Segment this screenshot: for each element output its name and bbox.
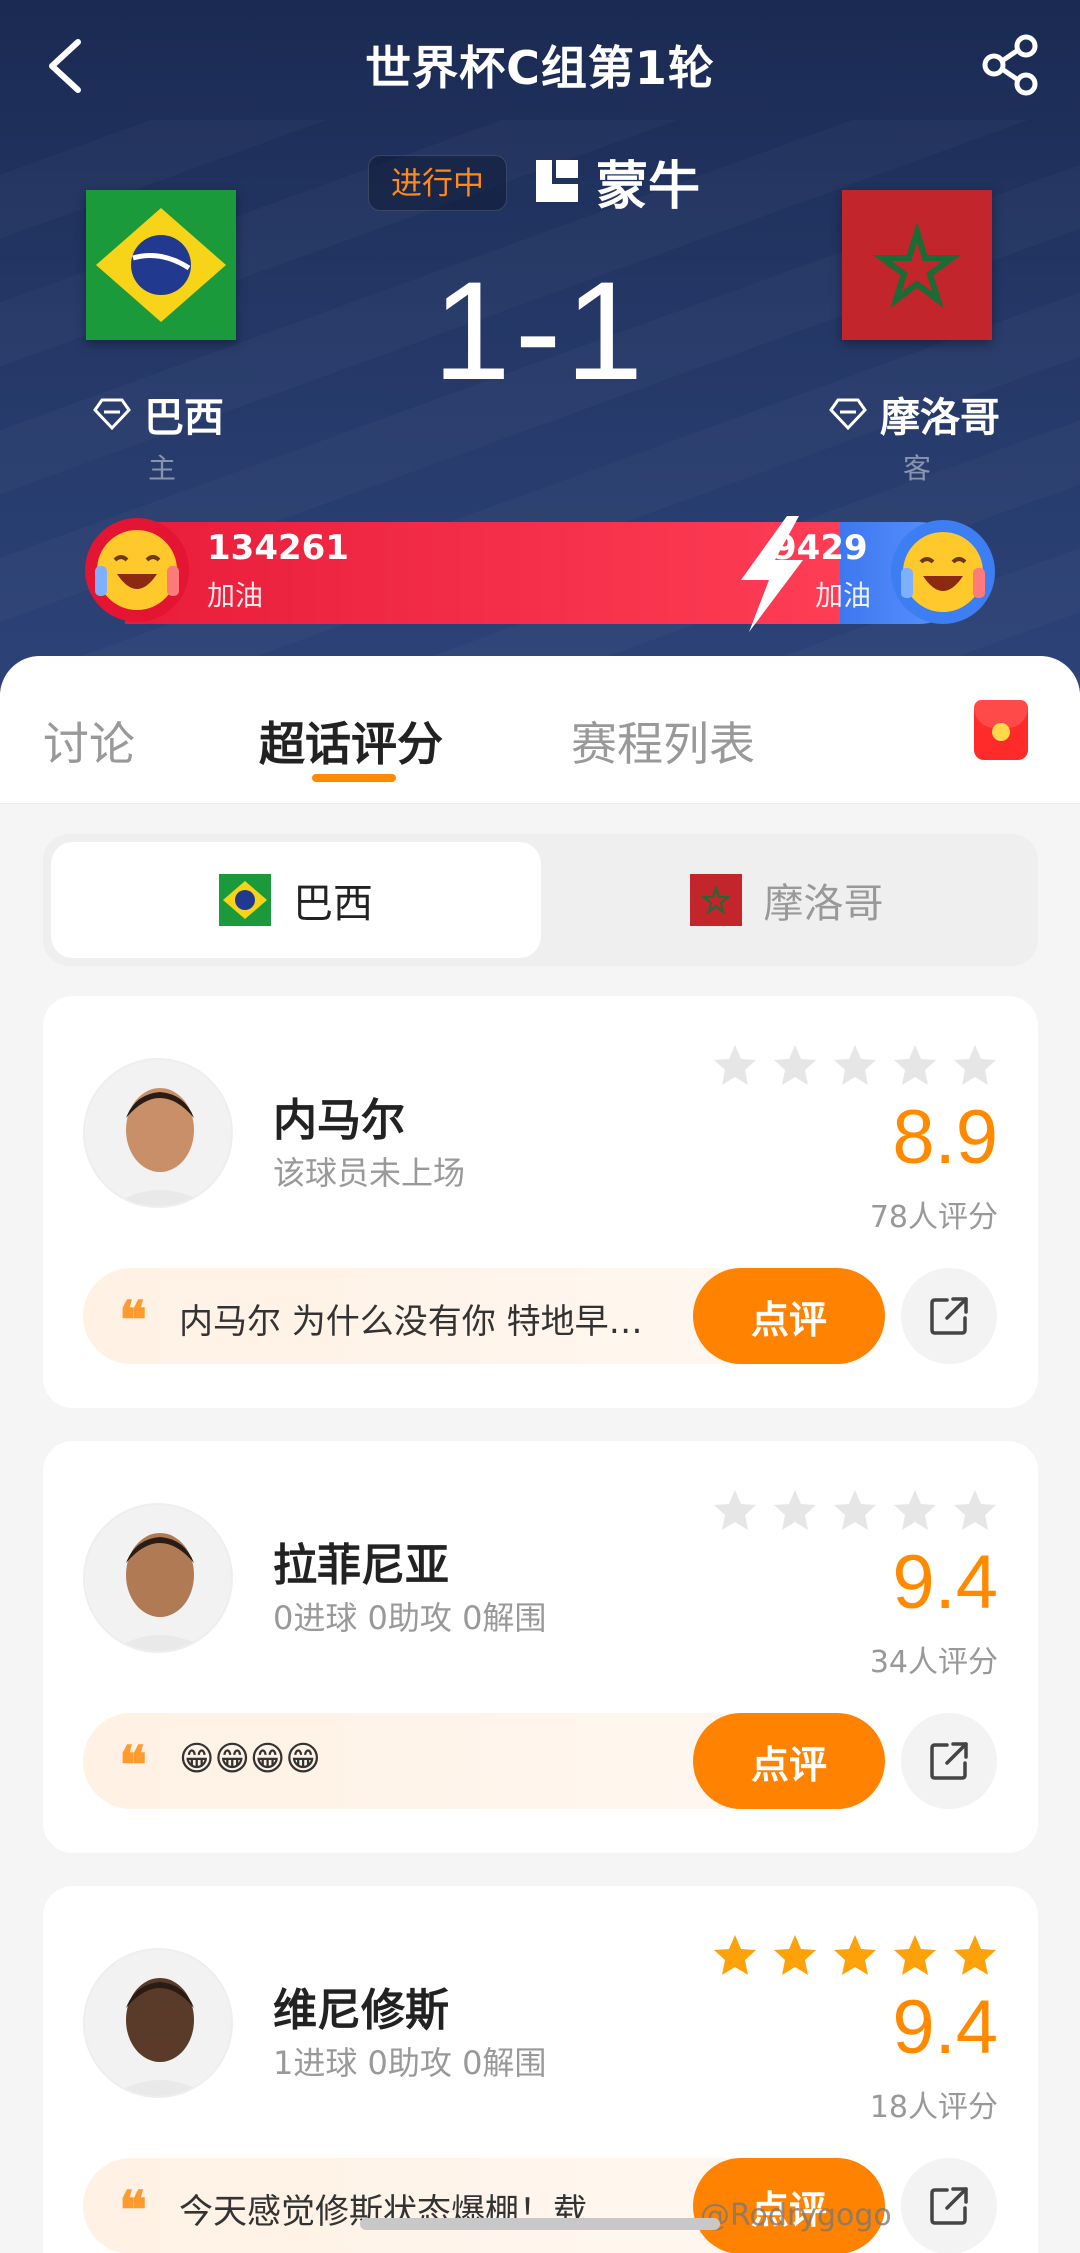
- quote-icon: ❝: [119, 1290, 147, 1351]
- cheer-emoji-icon: [95, 530, 179, 610]
- away-cheer-count: 9429: [773, 528, 868, 568]
- share-card-button[interactable]: [901, 2158, 997, 2253]
- comment-text: 😁😁😁😁: [179, 1739, 321, 1779]
- home-indicator[interactable]: [360, 2218, 720, 2230]
- star-icon[interactable]: [832, 1042, 878, 1088]
- content-panel: 讨论 超话评分 赛程列表 巴西 摩洛哥 内马尔 该球员未上场 8.9 78人评分…: [0, 656, 1080, 2253]
- switch-away-team[interactable]: 摩洛哥: [543, 842, 1030, 958]
- rating-count: 78人评分: [869, 1200, 998, 1235]
- red-envelope-icon[interactable]: [974, 700, 1028, 760]
- star-icon[interactable]: [832, 1932, 878, 1978]
- home-cheer-button[interactable]: [85, 518, 189, 622]
- tab-discussion[interactable]: 讨论: [43, 708, 135, 774]
- star-icon[interactable]: [772, 1487, 818, 1533]
- away-cheer-button[interactable]: [891, 520, 995, 624]
- player-stat: 1进球 0助攻 0解围: [273, 2044, 547, 2082]
- player-stat: 该球员未上场: [273, 1154, 466, 1192]
- share-card-button[interactable]: [901, 1713, 997, 1809]
- tab-bar: 讨论 超话评分 赛程列表: [0, 656, 1080, 804]
- cheer-bar: 134261 加油 9429 加油: [85, 516, 995, 632]
- star-icon[interactable]: [892, 1932, 938, 1978]
- match-header: 世界杯C组第1轮 进行中 蒙牛 1-1 巴西 摩洛哥 主 客 134261 加油…: [0, 0, 1080, 700]
- home-role: 主: [148, 452, 177, 485]
- away-cheer-label: 加油: [815, 579, 872, 612]
- switch-away-label: 摩洛哥: [763, 881, 884, 927]
- rating-count: 18人评分: [869, 2090, 998, 2125]
- player-score: 8.9: [892, 1095, 998, 1180]
- external-share-icon: [930, 1742, 968, 1780]
- player-photo: [85, 1505, 231, 1651]
- home-team-label: 巴西: [144, 395, 224, 441]
- comment-text: 内马尔 为什么没有你 特地早…: [179, 1302, 643, 1342]
- star-icon[interactable]: [832, 1487, 878, 1533]
- rating-count: 34人评分: [869, 1645, 998, 1680]
- player-card[interactable]: 拉菲尼亚 0进球 0助攻 0解围 9.4 34人评分 ❝ 😁😁😁😁 点评: [43, 1441, 1038, 1853]
- sponsor-name: 蒙牛: [596, 156, 701, 217]
- tab-active-indicator: [312, 774, 396, 782]
- star-icon[interactable]: [952, 1487, 998, 1533]
- external-share-icon: [930, 1297, 968, 1335]
- player-score: 9.4: [892, 1985, 998, 2070]
- player-name: 内马尔: [273, 1095, 405, 1146]
- morocco-flag-icon: [689, 874, 742, 926]
- quote-icon: ❝: [119, 2180, 147, 2241]
- switch-home-label: 巴西: [293, 881, 373, 927]
- player-avatar[interactable]: [83, 1948, 233, 2098]
- player-name: 维尼修斯: [273, 1985, 449, 2036]
- player-stat: 0进球 0助攻 0解围: [273, 1599, 547, 1637]
- star-icon[interactable]: [772, 1042, 818, 1088]
- review-button[interactable]: 点评: [693, 1268, 885, 1364]
- star-icon[interactable]: [952, 1042, 998, 1088]
- away-team-label: 摩洛哥: [880, 395, 1000, 441]
- star-icon[interactable]: [712, 1042, 758, 1088]
- star-icon[interactable]: [772, 1932, 818, 1978]
- page-title: 世界杯C组第1轮: [365, 41, 715, 95]
- player-avatar[interactable]: [83, 1058, 233, 1208]
- player-photo: [85, 1950, 231, 2096]
- star-rating[interactable]: [712, 1932, 998, 1978]
- star-icon[interactable]: [712, 1932, 758, 1978]
- star-rating[interactable]: [712, 1042, 998, 1088]
- home-team-name[interactable]: 巴西: [92, 385, 224, 443]
- match-status-badge: 进行中: [368, 155, 507, 211]
- team-switch: 巴西 摩洛哥: [43, 834, 1038, 966]
- player-score: 9.4: [892, 1540, 998, 1625]
- home-cheer-label: 加油: [207, 579, 264, 612]
- share-icon[interactable]: [978, 32, 1044, 98]
- share-card-button[interactable]: [901, 1268, 997, 1364]
- sponsor-logo: 蒙牛: [530, 148, 700, 217]
- player-photo: [85, 1060, 231, 1206]
- star-rating[interactable]: [712, 1487, 998, 1533]
- cheer-emoji-icon: [901, 532, 985, 612]
- player-card[interactable]: 内马尔 该球员未上场 8.9 78人评分 ❝ 内马尔 为什么没有你 特地早… 点…: [43, 996, 1038, 1408]
- diamond-icon: [93, 398, 131, 431]
- player-avatar[interactable]: [83, 1503, 233, 1653]
- home-cheer-count: 134261: [207, 528, 349, 568]
- away-role: 客: [903, 452, 932, 485]
- diamond-icon: [829, 398, 867, 431]
- tab-schedule[interactable]: 赛程列表: [571, 708, 755, 774]
- review-button[interactable]: 点评: [693, 1713, 885, 1809]
- star-icon[interactable]: [892, 1487, 938, 1533]
- brazil-flag-icon: [219, 874, 271, 926]
- quote-icon: ❝: [119, 1735, 147, 1796]
- tab-rating[interactable]: 超话评分: [259, 708, 443, 774]
- star-icon[interactable]: [952, 1932, 998, 1978]
- watermark: @Rodrygogo: [700, 2198, 892, 2233]
- player-name: 拉菲尼亚: [273, 1540, 449, 1591]
- star-icon[interactable]: [712, 1487, 758, 1533]
- switch-home-team[interactable]: 巴西: [51, 842, 541, 958]
- sponsor-logo-icon: [536, 160, 578, 202]
- star-icon[interactable]: [892, 1042, 938, 1088]
- external-share-icon: [930, 2187, 968, 2225]
- away-team-name[interactable]: 摩洛哥: [828, 385, 1000, 443]
